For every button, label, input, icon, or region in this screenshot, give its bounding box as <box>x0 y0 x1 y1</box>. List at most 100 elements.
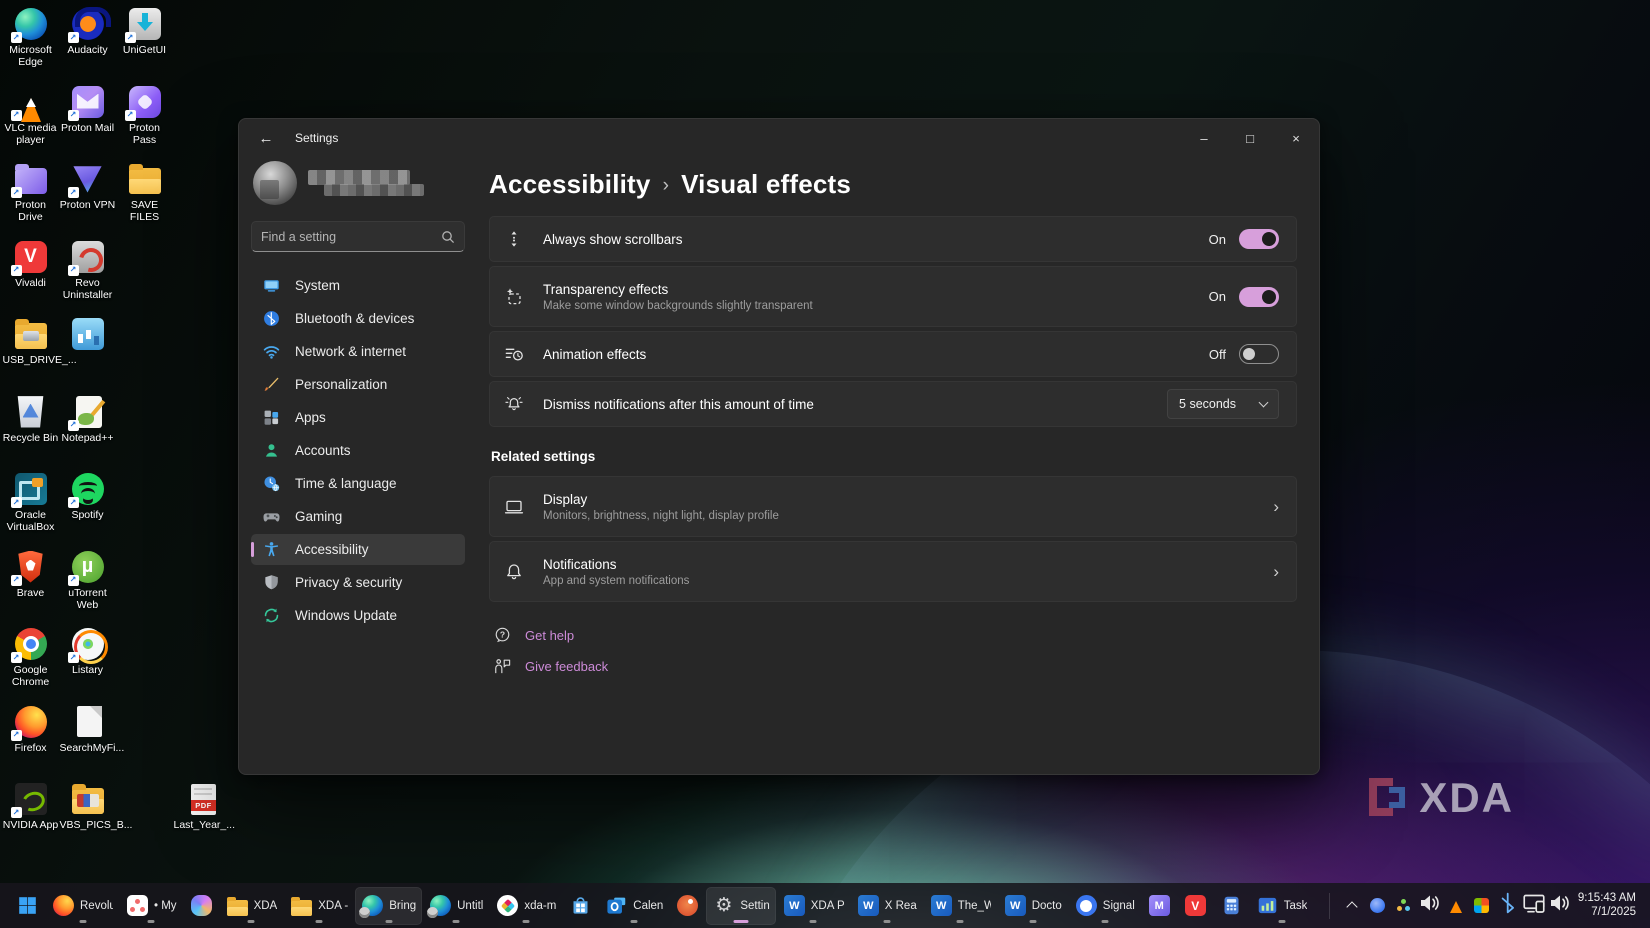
search-icon[interactable] <box>441 230 455 244</box>
taskbar-app-untitl-6[interactable]: Untitl <box>423 887 489 925</box>
desktop-icon-unigetui[interactable]: ↗UniGetUI <box>116 2 173 80</box>
desktop-icon-vivaldi[interactable]: ↗Vivaldi <box>2 235 59 313</box>
sidebar-item-time-language[interactable]: Time & language <box>251 468 465 499</box>
desktop-icon-proton-drive[interactable]: ↗Proton Drive <box>2 157 59 235</box>
sidebar-item-accounts[interactable]: Accounts <box>251 435 465 466</box>
recycle-bin-icon <box>14 395 48 429</box>
sidebar-item-network-internet[interactable]: Network & internet <box>251 336 465 367</box>
taskbar-app-item-2[interactable] <box>184 887 219 925</box>
desktop-icon-vbs-pics-b[interactable]: VBS_PICS_B... <box>59 777 116 855</box>
desktop-icon-proton-mail[interactable]: ↗Proton Mail <box>59 80 116 158</box>
desktop-icon-last-year[interactable]: Last_Year_... <box>173 777 230 855</box>
desktop-icon-proton-vpn[interactable]: ↗Proton VPN <box>59 157 116 235</box>
close-button[interactable]: × <box>1273 119 1319 157</box>
taskbar-app-x-rea-13[interactable]: X Rea <box>851 887 923 925</box>
desktop-icon-usb-drive[interactable]: USB_DRIVE_... <box>2 312 59 390</box>
desktop-icon-nvidia-app[interactable]: ↗NVIDIA App <box>2 777 59 855</box>
taskbar-app-bring-5[interactable]: Bring <box>355 887 422 925</box>
breadcrumb-parent[interactable]: Accessibility <box>489 169 651 200</box>
minimize-button[interactable]: – <box>1181 119 1227 157</box>
desktop-icon-utorrent-web[interactable]: ↗uTorrent Web <box>59 545 116 623</box>
sidebar-item-apps[interactable]: Apps <box>251 402 465 433</box>
back-button[interactable]: ← <box>247 123 285 153</box>
desktop-icon-brave[interactable]: ↗Brave <box>2 545 59 623</box>
open-window-indicator <box>148 920 155 923</box>
sidebar-item-bluetooth-devices[interactable]: Bluetooth & devices <box>251 303 465 334</box>
taskbar-app-item-8[interactable] <box>563 887 598 925</box>
desktop-icon-save-files[interactable]: SAVE FILES <box>116 157 173 235</box>
desktop-icon-listary[interactable]: ↗Listary <box>59 622 116 700</box>
tray-chevron-up[interactable] <box>1340 891 1364 921</box>
tray-tray-cast[interactable] <box>1522 891 1546 921</box>
proton-vpn-icon: ↗ <box>71 162 105 196</box>
tray-tray-app-blue[interactable] <box>1366 891 1390 921</box>
toggle-animation-effects[interactable] <box>1239 344 1279 364</box>
taskbar-app-xda-3[interactable]: XDA <box>220 887 284 925</box>
sidebar-item-privacy-security[interactable]: Privacy & security <box>251 567 465 598</box>
desktop-icon-microsoft-edge[interactable]: ↗Microsoft Edge <box>2 2 59 80</box>
taskbar-app-item-18[interactable] <box>1178 887 1213 925</box>
desktop-icon-recycle-bin[interactable]: Recycle Bin <box>2 390 59 468</box>
sidebar-item-system[interactable]: System <box>251 270 465 301</box>
shortcut-arrow-icon: ↗ <box>68 497 79 508</box>
get-help-link[interactable]: Get help <box>525 628 574 643</box>
desktop-icon-item[interactable] <box>59 312 116 390</box>
open-window-indicator <box>734 920 749 923</box>
taskbar-app-task-20[interactable]: Task <box>1250 887 1314 925</box>
desktop-empty-cell <box>173 80 230 158</box>
taskbar-app-settin-11[interactable]: ⚙Settin <box>706 887 775 925</box>
tray-tray-photos[interactable] <box>1470 891 1494 921</box>
taskbar-app-item-21[interactable]: ••• <box>1314 887 1320 925</box>
desktop-icon-notepad[interactable]: ↗Notepad++ <box>59 390 116 468</box>
taskbar-app-xda-4[interactable]: XDA - <box>284 887 354 925</box>
taskbar-app-item-10[interactable] <box>670 887 705 925</box>
desktop-icon-spotify[interactable]: ↗Spotify <box>59 467 116 545</box>
taskbar-app-the-w-14[interactable]: The_W <box>924 887 997 925</box>
asana-icon <box>126 894 149 917</box>
taskbar-app-my-1[interactable]: • My <box>120 887 183 925</box>
open-window-indicator <box>810 920 817 923</box>
taskbar-app-xda-m-7[interactable]: xda-m <box>490 887 562 925</box>
taskbar-app-xda-p-12[interactable]: XDA P <box>777 887 850 925</box>
tray-tray-volume[interactable] <box>1418 891 1442 921</box>
taskbar-app-item-19[interactable] <box>1214 887 1249 925</box>
page-title: Visual effects <box>681 169 851 200</box>
taskbar-app-revolu-0[interactable]: Revolu <box>46 887 119 925</box>
desktop-icon-firefox[interactable]: ↗Firefox <box>2 700 59 778</box>
search-input[interactable] <box>261 230 441 244</box>
desktop-empty-cell <box>173 622 230 700</box>
brave-icon: ↗ <box>14 550 48 584</box>
taskbar-clock[interactable]: 9:15:43 AM 7/1/2025 <box>1578 892 1636 919</box>
desktop-icon-oracle-virtualbox[interactable]: ↗Oracle VirtualBox <box>2 467 59 545</box>
link-row-get-help: ?Get help <box>489 626 1297 645</box>
taskbar-app-item-17[interactable] <box>1142 887 1177 925</box>
tray-tray-app-dots[interactable] <box>1392 891 1416 921</box>
sidebar-item-accessibility[interactable]: Accessibility <box>251 534 465 565</box>
start-button[interactable] <box>10 887 45 925</box>
give-feedback-link[interactable]: Give feedback <box>525 659 608 674</box>
sidebar-item-gaming[interactable]: Gaming <box>251 501 465 532</box>
tray-tray-bluetooth[interactable] <box>1496 891 1520 921</box>
related-row-display[interactable]: DisplayMonitors, brightness, night light… <box>489 476 1297 537</box>
related-row-notifications[interactable]: NotificationsApp and system notification… <box>489 541 1297 602</box>
taskbar-app-calen-9[interactable]: Calen <box>599 887 669 925</box>
maximize-button[interactable]: □ <box>1227 119 1273 157</box>
titlebar[interactable]: ← Settings – □ × <box>239 119 1319 157</box>
sidebar-item-personalization[interactable]: Personalization <box>251 369 465 400</box>
desktop-icon-searchmyfi[interactable]: SearchMyFi... <box>59 700 116 778</box>
toggle-transparency-effects[interactable] <box>1239 287 1279 307</box>
sidebar-item-windows-update[interactable]: Windows Update <box>251 600 465 631</box>
search-box[interactable] <box>251 221 465 252</box>
accessibility-icon <box>263 541 280 558</box>
toggle-always-show-scrollbars[interactable] <box>1239 229 1279 249</box>
taskbar-app-docto-15[interactable]: Docto <box>998 887 1068 925</box>
taskbar-app-signal-16[interactable]: Signal <box>1069 887 1141 925</box>
dropdown-dismiss-notifications-after-this-amount-of-time[interactable]: 5 seconds <box>1167 389 1279 419</box>
desktop-icon-proton-pass[interactable]: ↗Proton Pass <box>116 80 173 158</box>
desktop-icon-audacity[interactable]: ↗Audacity <box>59 2 116 80</box>
desktop-icon-google-chrome[interactable]: ↗Google Chrome <box>2 622 59 700</box>
tray-tray-speaker[interactable] <box>1548 891 1572 921</box>
desktop-icon-revo-uninstaller[interactable]: ↗Revo Uninstaller <box>59 235 116 313</box>
desktop-icon-vlc-media-player[interactable]: ↗VLC media player <box>2 80 59 158</box>
tray-tray-vlc[interactable] <box>1444 891 1468 921</box>
